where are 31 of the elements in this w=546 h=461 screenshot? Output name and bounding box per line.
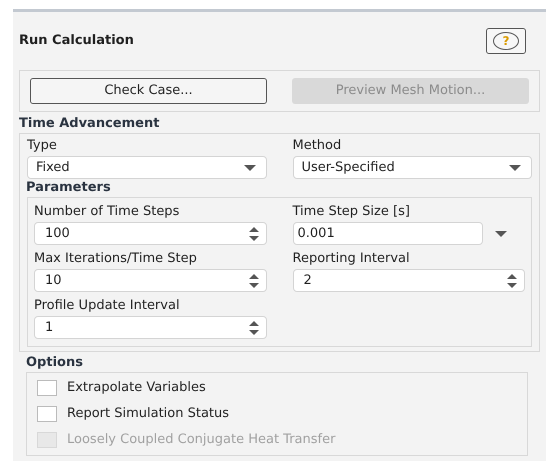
action-button[interactable]: Check Case... bbox=[30, 78, 267, 104]
field-label: Profile Update Interval bbox=[34, 297, 181, 315]
field-label: Max Iterations/Time Step bbox=[34, 250, 198, 268]
spin-field[interactable]: 1 bbox=[34, 316, 266, 339]
section-heading: Options bbox=[25, 354, 84, 372]
spinner-arrows-icon[interactable] bbox=[248, 226, 260, 242]
caret-icon[interactable] bbox=[495, 230, 507, 236]
field-label: Number of Time Steps bbox=[34, 203, 180, 221]
checkbox[interactable] bbox=[37, 380, 57, 396]
checkbox-label: Report Simulation Status bbox=[67, 405, 230, 424]
spin-field[interactable]: 10 bbox=[34, 269, 266, 292]
spinner-arrows-icon[interactable] bbox=[248, 272, 260, 288]
spinner-arrows-icon[interactable] bbox=[248, 320, 260, 336]
caret-icon[interactable] bbox=[509, 164, 521, 170]
panel-title: Run Calculation bbox=[19, 32, 134, 50]
caret-icon[interactable] bbox=[244, 164, 256, 170]
spin-field[interactable]: 2 bbox=[292, 269, 525, 292]
checkbox[interactable] bbox=[37, 406, 57, 422]
field-label: Type bbox=[27, 137, 58, 155]
dropdown[interactable]: Fixed bbox=[27, 156, 266, 179]
section-heading: Parameters bbox=[26, 179, 112, 197]
input-field[interactable]: 0.001 bbox=[292, 222, 483, 245]
field-label: Reporting Interval bbox=[292, 250, 411, 268]
dropdown[interactable]: User-Specified bbox=[292, 156, 532, 179]
field-label: Time Step Size [s] bbox=[292, 203, 411, 221]
section-heading: Time Advancement bbox=[18, 115, 160, 133]
spin-field[interactable]: 100 bbox=[34, 222, 266, 245]
spinner-arrows-icon[interactable] bbox=[506, 272, 518, 288]
checkbox-label: Extrapolate Variables bbox=[67, 379, 206, 398]
field-label: Method bbox=[292, 137, 342, 155]
checkbox-label: Loosely Coupled Conjugate Heat Transfer bbox=[67, 431, 336, 450]
